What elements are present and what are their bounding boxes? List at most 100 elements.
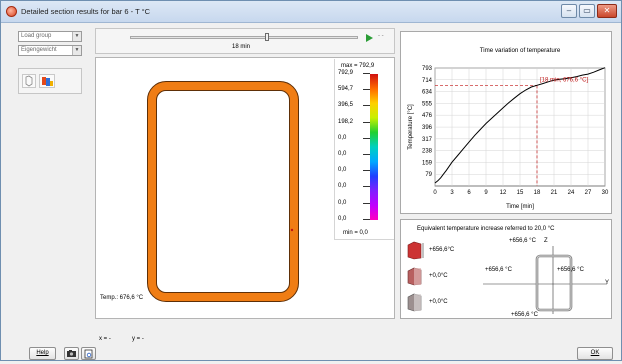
legend-tick: [363, 89, 370, 91]
equiv-title: Equivalent temperature increase referred…: [417, 226, 555, 232]
legend-tick: [363, 170, 370, 172]
chart-y-tick-label: 317: [422, 137, 433, 143]
legend-tick: [363, 186, 370, 188]
chevron-down-icon: ▼: [72, 46, 81, 55]
legend-value-label: 0,0: [338, 151, 347, 157]
load-type-select-value: Load group: [21, 33, 52, 39]
slider-steps-label: - -: [378, 33, 384, 39]
legend-value-label: 396,5: [338, 102, 354, 109]
section-results-window: Detailed section results for bar 6 - T °…: [0, 0, 622, 361]
temperature-readout: Temp.: 676,6 °C: [100, 295, 144, 301]
legend-tick: [363, 73, 370, 74]
section-uniform-icon: [407, 293, 422, 312]
legend-value-label: 0,0: [338, 215, 347, 222]
chart-y-tick-label: 714: [422, 78, 433, 84]
slider-value-label: 18 min: [232, 44, 251, 50]
section-display-button[interactable]: [22, 74, 36, 88]
equivalent-temperature-panel: Equivalent temperature increase referred…: [400, 219, 612, 319]
camera-button[interactable]: [64, 347, 79, 360]
equiv-row-2-value: +0,0°C: [429, 273, 448, 279]
load-type-select[interactable]: Load group ▼: [18, 31, 82, 42]
chart-annotation-label: [18 min, 676,6 °C]: [540, 77, 588, 83]
maximize-button[interactable]: ▭: [579, 4, 595, 18]
print-preview-icon: [84, 349, 93, 359]
section-z-gradient-icon: [407, 241, 424, 260]
legend-tick: [363, 105, 370, 107]
chart-y-tick-label: 159: [422, 160, 433, 166]
load-case-select-value: Eigengewicht: [21, 47, 57, 53]
ok-button[interactable]: OK: [577, 347, 613, 360]
chart-x-tick-label: 0: [433, 190, 437, 196]
legend-tick: [363, 121, 370, 123]
color-display-button[interactable]: [39, 74, 55, 88]
legend-max-label: max = 792,9: [341, 63, 375, 69]
display-options-toolbar: [18, 68, 82, 94]
section-outline: [148, 82, 298, 301]
legend-value-label: 0,0: [338, 134, 347, 141]
equiv-row-3: +0,0°C: [405, 292, 448, 314]
equiv-row-1: +656,6°C: [405, 240, 454, 262]
chart-y-axis-label: Temperature [°C]: [408, 104, 414, 150]
color-gradient-icon: [42, 77, 53, 86]
legend-color-bar: [370, 74, 378, 220]
chart-x-tick-label: 9: [484, 190, 488, 196]
diagram-axis-z: Z: [544, 238, 548, 244]
close-button[interactable]: ✕: [597, 4, 617, 18]
coordinate-x: x = -: [99, 336, 111, 342]
chart-x-tick-label: 27: [585, 190, 592, 196]
diagram-axis-y: Y: [605, 280, 610, 286]
chart-y-tick-label: 79: [425, 172, 432, 178]
time-slider-thumb[interactable]: [264, 33, 269, 41]
chart-x-tick-label: 12: [500, 190, 507, 196]
diagram-right-value: +656,6 °C: [557, 267, 584, 273]
legend-value-label: 0,0: [338, 183, 347, 190]
legend-value-label: 792,9: [338, 70, 354, 76]
title-bar: Detailed section results for bar 6 - T °…: [1, 1, 621, 23]
section-view-panel: Temp.: 676,6 °C max = 792,9 792,9 594,7 39…: [95, 57, 395, 319]
print-preview-button[interactable]: [81, 347, 96, 360]
chart-x-tick-label: 24: [568, 190, 575, 196]
legend-value-label: 198,2: [338, 118, 354, 125]
chart-y-tick-label: 396: [422, 125, 433, 131]
chart-x-tick-label: 18: [534, 190, 541, 196]
coordinate-y: y = -: [132, 336, 144, 342]
query-point-marker: [290, 228, 294, 232]
ok-button-label: OK: [590, 350, 600, 356]
section-outline-shadow: [147, 81, 299, 302]
section-outline-icon: [25, 75, 33, 87]
legend-value-label: 0,0: [338, 167, 347, 174]
diagram-left-value: +656,6 °C: [485, 267, 512, 273]
chart-y-tick-label: 238: [422, 149, 433, 155]
chart-x-tick-label: 3: [450, 190, 454, 196]
chart-x-axis-label: Time [min]: [506, 204, 534, 210]
legend-tick: [363, 137, 370, 139]
chart-x-tick-label: 6: [467, 190, 471, 196]
equiv-row-3-value: +0,0°C: [429, 299, 448, 305]
color-legend: max = 792,9 792,9 594,7 396,5 198,2 0,0 0,0 0,…: [334, 59, 394, 240]
equiv-section-diagram: [483, 246, 607, 314]
chart-x-tick-label: 21: [551, 190, 558, 196]
legend-value-label: 0,0: [338, 199, 347, 206]
legend-tick: [363, 218, 370, 220]
window-title: Detailed section results for bar 6 - T °…: [21, 7, 151, 16]
time-slider-track[interactable]: [130, 36, 358, 39]
legend-value-label: 594,7: [338, 86, 354, 93]
chart-x-tick-label: 15: [517, 190, 524, 196]
help-button[interactable]: Help: [29, 347, 56, 360]
load-case-select[interactable]: Eigengewicht ▼: [18, 45, 82, 56]
play-icon[interactable]: [364, 33, 376, 43]
minimize-button[interactable]: –: [561, 4, 577, 18]
diagram-top-value: +656,6 °C: [509, 238, 536, 244]
equiv-row-1-value: +656,6°C: [429, 247, 455, 253]
help-button-label: Help: [36, 350, 49, 356]
chart-title: Time variation of temperature: [480, 47, 561, 54]
app-icon: [6, 6, 17, 17]
chart-x-tick-label: 30: [602, 190, 609, 196]
legend-tick: [363, 154, 370, 155]
section-y-gradient-icon: [407, 267, 422, 286]
temperature-chart-panel: Time variation of temperature 0 3 6 9 12 15 18 2…: [400, 31, 612, 214]
chart-y-tick-label: 555: [422, 101, 433, 107]
chart-y-tick-label: 634: [422, 90, 433, 96]
chevron-down-icon: ▼: [72, 32, 81, 41]
legend-min-label: min = 0,0: [343, 230, 368, 236]
